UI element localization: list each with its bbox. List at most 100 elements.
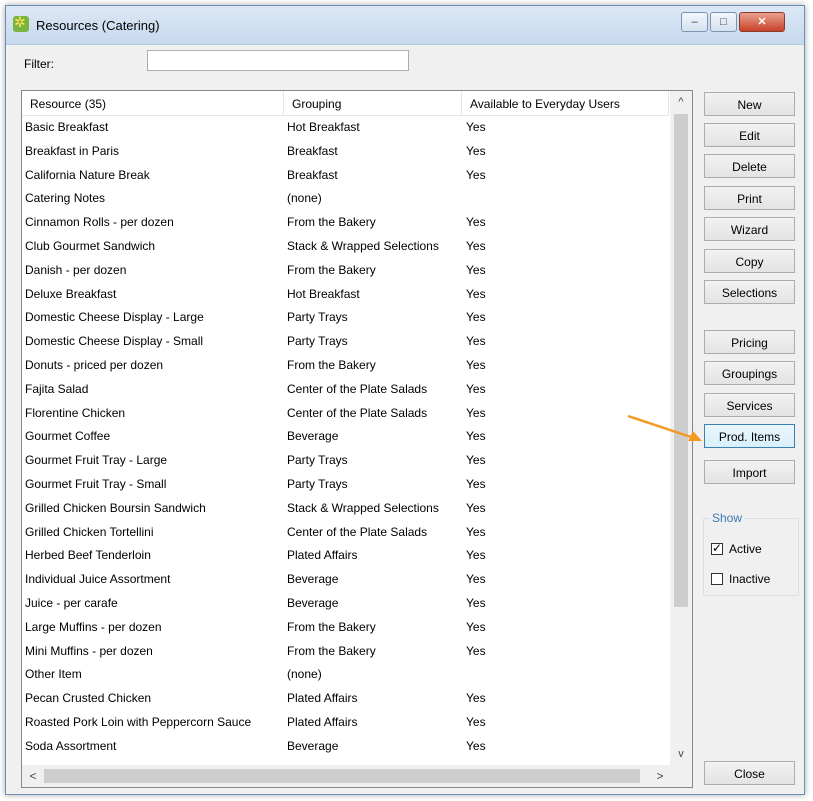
inactive-checkbox-row[interactable]: Inactive bbox=[711, 571, 770, 586]
grouping-cell: (none) bbox=[287, 667, 322, 682]
available-cell: Yes bbox=[466, 381, 486, 396]
table-row[interactable]: Large Muffins - per dozen From the Bakery… bbox=[22, 616, 669, 640]
grouping-cell: Center of the Plate Salads bbox=[287, 381, 428, 396]
selections-button[interactable]: Selections bbox=[704, 280, 795, 304]
show-group: Show Active Inactive bbox=[703, 511, 799, 596]
table-row[interactable]: Danish - per dozen From the Bakery Yes bbox=[22, 259, 669, 283]
new-button[interactable]: New bbox=[704, 92, 795, 116]
resource-cell: Juice - per carafe bbox=[25, 595, 118, 610]
table-row[interactable]: Other Item (none) bbox=[22, 663, 669, 687]
scrollbar-corner bbox=[670, 765, 692, 787]
resources-window: Resources (Catering) – □ ✕ Filter: Resou… bbox=[5, 5, 805, 795]
table-row[interactable]: Basic Breakfast Hot Breakfast Yes bbox=[22, 116, 669, 140]
copy-button[interactable]: Copy bbox=[704, 249, 795, 273]
table-row[interactable]: Juice - per carafe Beverage Yes bbox=[22, 592, 669, 616]
grouping-cell: Party Trays bbox=[287, 476, 348, 491]
grouping-cell: From the Bakery bbox=[287, 357, 376, 372]
table-row[interactable]: Catering Notes (none) bbox=[22, 187, 669, 211]
grouping-cell: Center of the Plate Salads bbox=[287, 524, 428, 539]
available-cell: Yes bbox=[466, 476, 486, 491]
table-row[interactable]: Roasted Pork Loin with Peppercorn Sauce P… bbox=[22, 711, 669, 735]
resource-cell: Fajita Salad bbox=[25, 381, 89, 396]
prod-items-button[interactable]: Prod. Items bbox=[704, 424, 795, 448]
app-icon bbox=[13, 14, 29, 32]
groupings-button[interactable]: Groupings bbox=[704, 361, 795, 385]
table-row[interactable]: Grilled Chicken Boursin Sandwich Stack & … bbox=[22, 497, 669, 521]
vertical-scroll-thumb[interactable] bbox=[674, 114, 688, 607]
wizard-button[interactable]: Wizard bbox=[704, 217, 795, 241]
resource-list[interactable]: Resource (35) Grouping Available to Ever… bbox=[21, 90, 693, 788]
grouping-cell: Center of the Plate Salads bbox=[287, 405, 428, 420]
active-label: Active bbox=[729, 541, 762, 556]
title-bar[interactable]: Resources (Catering) – □ ✕ bbox=[6, 6, 804, 45]
table-row[interactable]: Domestic Cheese Display - Small Party Tra… bbox=[22, 330, 669, 354]
resource-cell: Catering Notes bbox=[25, 191, 106, 206]
delete-button[interactable]: Delete bbox=[704, 154, 795, 178]
table-row[interactable]: Grilled Chicken Tortellini Center of the … bbox=[22, 521, 669, 545]
import-button[interactable]: Import bbox=[704, 460, 795, 484]
available-cell: Yes bbox=[466, 238, 486, 253]
available-cell: Yes bbox=[466, 643, 486, 658]
table-row[interactable]: Mini Muffins - per dozen From the Bakery Y… bbox=[22, 640, 669, 664]
resource-cell: Gourmet Fruit Tray - Large bbox=[25, 453, 168, 468]
scroll-left-icon[interactable]: < bbox=[23, 765, 43, 787]
minimize-button[interactable]: – bbox=[681, 12, 708, 32]
edit-button[interactable]: Edit bbox=[704, 123, 795, 147]
table-row[interactable]: Cinnamon Rolls - per dozen From the Baker… bbox=[22, 211, 669, 235]
table-row[interactable]: Breakfast in Paris Breakfast Yes bbox=[22, 140, 669, 164]
table-row[interactable]: Gourmet Fruit Tray - Large Party Trays Yes bbox=[22, 449, 669, 473]
available-cell: Yes bbox=[466, 286, 486, 301]
table-row[interactable]: Domestic Cheese Display - Large Party Tra… bbox=[22, 306, 669, 330]
active-checkbox[interactable] bbox=[711, 541, 723, 555]
available-cell: Yes bbox=[466, 524, 486, 539]
resource-cell: Herbed Beef Tenderloin bbox=[25, 548, 151, 563]
column-header-available[interactable]: Available to Everyday Users bbox=[462, 91, 669, 116]
table-row[interactable]: Fajita Salad Center of the Plate Salads Ye… bbox=[22, 378, 669, 402]
resource-cell: Large Muffins - per dozen bbox=[25, 619, 162, 634]
scroll-up-icon[interactable]: ^ bbox=[670, 92, 692, 112]
grouping-cell: From the Bakery bbox=[287, 643, 376, 658]
table-row[interactable]: Club Gourmet Sandwich Stack & Wrapped Sel… bbox=[22, 235, 669, 259]
table-row[interactable]: Gourmet Coffee Beverage Yes bbox=[22, 425, 669, 449]
available-cell: Yes bbox=[466, 572, 486, 587]
table-row[interactable]: Soda Assortment Beverage Yes bbox=[22, 735, 669, 759]
table-row[interactable]: Individual Juice Assortment Beverage Yes bbox=[22, 568, 669, 592]
scroll-down-icon[interactable]: v bbox=[670, 744, 692, 764]
resource-cell: Danish - per dozen bbox=[25, 262, 127, 277]
services-button[interactable]: Services bbox=[704, 393, 795, 417]
grouping-cell: From the Bakery bbox=[287, 619, 376, 634]
inactive-checkbox[interactable] bbox=[711, 572, 723, 585]
pricing-button[interactable]: Pricing bbox=[704, 330, 795, 354]
resource-cell: Other Item bbox=[25, 667, 82, 682]
resource-cell: Donuts - priced per dozen bbox=[25, 357, 164, 372]
maximize-button[interactable]: □ bbox=[710, 12, 737, 32]
resource-cell: Mini Muffins - per dozen bbox=[25, 643, 153, 658]
grouping-cell: Stack & Wrapped Selections bbox=[287, 500, 439, 515]
available-cell: Yes bbox=[466, 429, 486, 444]
grouping-cell: Party Trays bbox=[287, 334, 348, 349]
column-header-resource[interactable]: Resource (35) bbox=[22, 91, 284, 116]
table-row[interactable]: Deluxe Breakfast Hot Breakfast Yes bbox=[22, 283, 669, 307]
column-header-grouping[interactable]: Grouping bbox=[284, 91, 462, 116]
table-row[interactable]: Gourmet Fruit Tray - Small Party Trays Yes bbox=[22, 473, 669, 497]
resource-cell: Domestic Cheese Display - Small bbox=[25, 334, 204, 349]
close-window-button[interactable]: ✕ bbox=[739, 12, 785, 32]
filter-input[interactable] bbox=[147, 50, 409, 71]
annotation-arrow-icon bbox=[627, 414, 702, 441]
horizontal-scroll-thumb[interactable] bbox=[44, 769, 640, 783]
table-row[interactable]: Herbed Beef Tenderloin Plated Affairs Yes bbox=[22, 544, 669, 568]
close-button[interactable]: Close bbox=[704, 761, 795, 785]
inactive-label: Inactive bbox=[729, 571, 771, 586]
table-row[interactable]: Florentine Chicken Center of the Plate Sa… bbox=[22, 402, 669, 426]
table-row[interactable]: California Nature Break Breakfast Yes bbox=[22, 164, 669, 188]
table-row[interactable]: Donuts - priced per dozen From the Bakery… bbox=[22, 354, 669, 378]
scroll-right-icon[interactable]: > bbox=[650, 765, 670, 787]
print-button[interactable]: Print bbox=[704, 186, 795, 210]
active-checkbox-row[interactable]: Active bbox=[711, 541, 762, 556]
available-cell: Yes bbox=[466, 143, 486, 158]
resource-cell: Deluxe Breakfast bbox=[25, 286, 117, 301]
horizontal-scrollbar[interactable]: < > bbox=[22, 765, 692, 787]
grouping-cell: Hot Breakfast bbox=[287, 286, 360, 301]
table-row[interactable]: Pecan Crusted Chicken Plated Affairs Yes bbox=[22, 687, 669, 711]
grouping-cell: Beverage bbox=[287, 429, 339, 444]
